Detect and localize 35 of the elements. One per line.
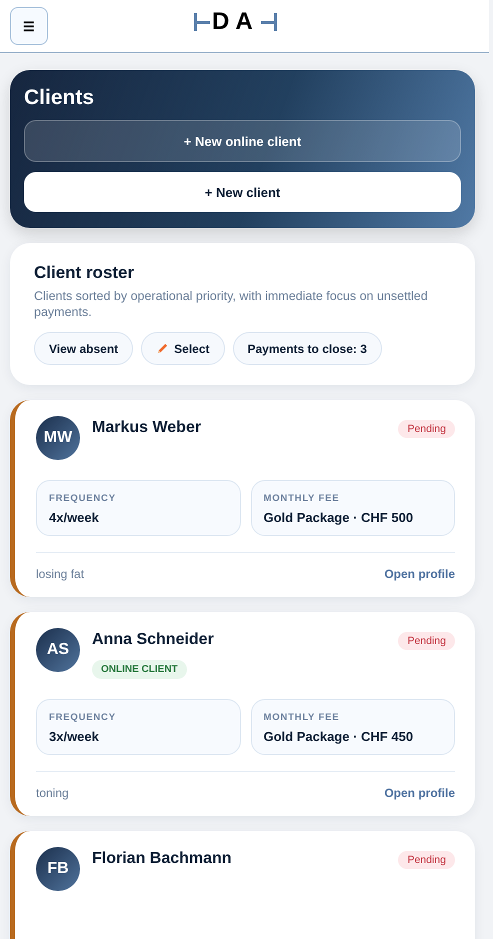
stat-label: MONTHLY FEE — [264, 493, 340, 504]
section-title: Client roster — [34, 263, 136, 283]
avatar: AS — [36, 628, 80, 672]
client-tag: ONLINE CLIENT — [92, 660, 187, 679]
stat-label: MONTHLY FEE — [264, 712, 340, 723]
status-badge: Pending — [398, 632, 455, 650]
client-name: Florian Bachmann — [92, 849, 232, 869]
client-goal: losing fat — [36, 567, 84, 581]
new-client-button[interactable]: + New client — [24, 172, 461, 212]
weight-plate-icon — [260, 13, 277, 31]
filter-chip[interactable]: Payments to close: 3 — [232, 332, 382, 365]
avatar: FB — [36, 847, 80, 891]
avatar: MW — [36, 416, 80, 460]
menu-button[interactable]: ☰ — [10, 7, 48, 45]
weight-plate-icon — [194, 13, 210, 31]
page-title: Clients — [24, 86, 96, 110]
pencil-icon — [156, 342, 170, 355]
client-name: Anna Schneider — [92, 630, 214, 650]
stat-value: Gold Package · CHF 500 — [264, 510, 414, 525]
client-goal: toning — [36, 786, 69, 800]
stat-label: FREQUENCY — [49, 493, 117, 504]
status-badge: Pending — [398, 851, 455, 869]
stat-value: Gold Package · CHF 450 — [264, 729, 414, 744]
filter-chip[interactable]: View absent — [34, 332, 134, 365]
status-badge: Pending — [398, 420, 455, 438]
open-profile-link[interactable]: Open profile — [384, 567, 455, 581]
stat-value: 4x/week — [49, 510, 100, 525]
section-description: Clients sorted by operational priority, with immediate focus on unsettled payments. — [34, 288, 429, 320]
new-online-client-button[interactable]: + New online client — [24, 120, 461, 162]
client-name: Markus Weber — [92, 418, 202, 438]
filter-chip[interactable]: Select — [141, 332, 224, 365]
stat-value: 3x/week — [49, 729, 100, 744]
open-profile-link[interactable]: Open profile — [384, 786, 455, 800]
stat-label: FREQUENCY — [49, 712, 117, 723]
logo-text: DA — [212, 10, 259, 34]
